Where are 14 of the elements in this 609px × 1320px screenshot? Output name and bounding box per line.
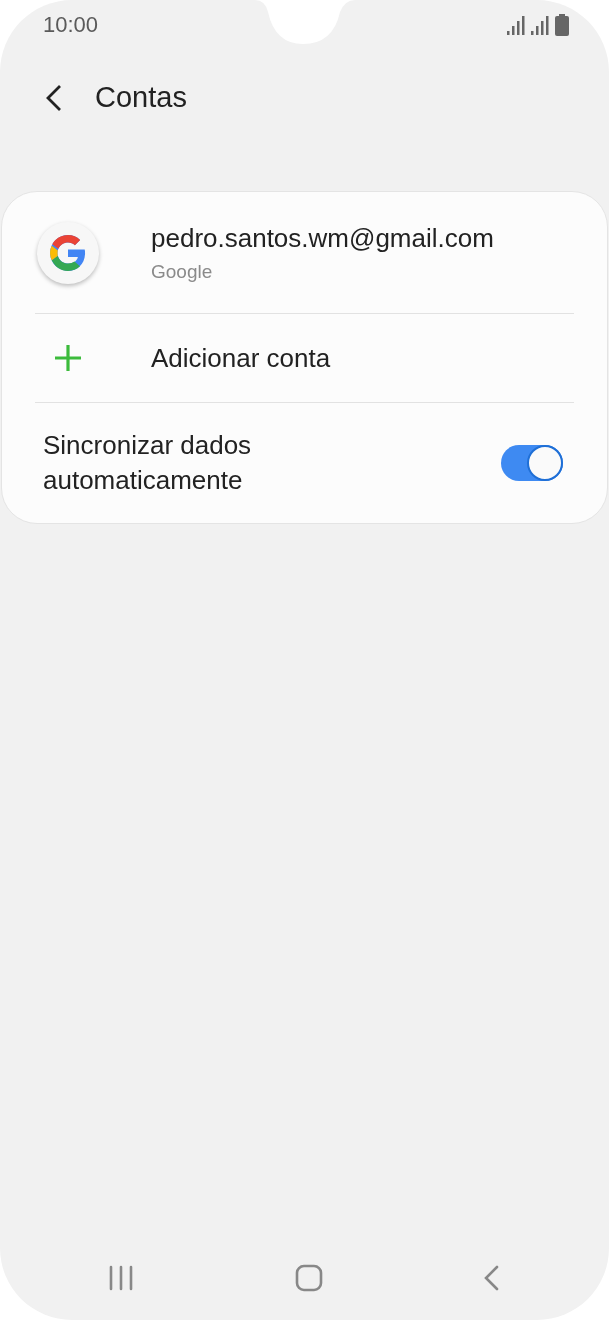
- add-account-link[interactable]: Adicionar conta: [151, 342, 331, 374]
- page-title: Contas: [95, 81, 187, 114]
- signal-icon: [507, 16, 525, 36]
- recent-apps-button[interactable]: [108, 1265, 134, 1291]
- signal-icon: [531, 16, 549, 36]
- sync-toggle[interactable]: [501, 445, 563, 481]
- sync-label: Sincronizar dados automaticamente: [43, 429, 253, 497]
- home-button[interactable]: [294, 1264, 323, 1292]
- battery-icon: [555, 14, 569, 36]
- google-logo-icon: [37, 221, 99, 284]
- account-email: pedro.santos.wm@gmail.com: [151, 222, 494, 254]
- plus-icon: [54, 344, 82, 372]
- account-provider: Google: [151, 260, 214, 283]
- status-time: 10:00: [43, 12, 99, 38]
